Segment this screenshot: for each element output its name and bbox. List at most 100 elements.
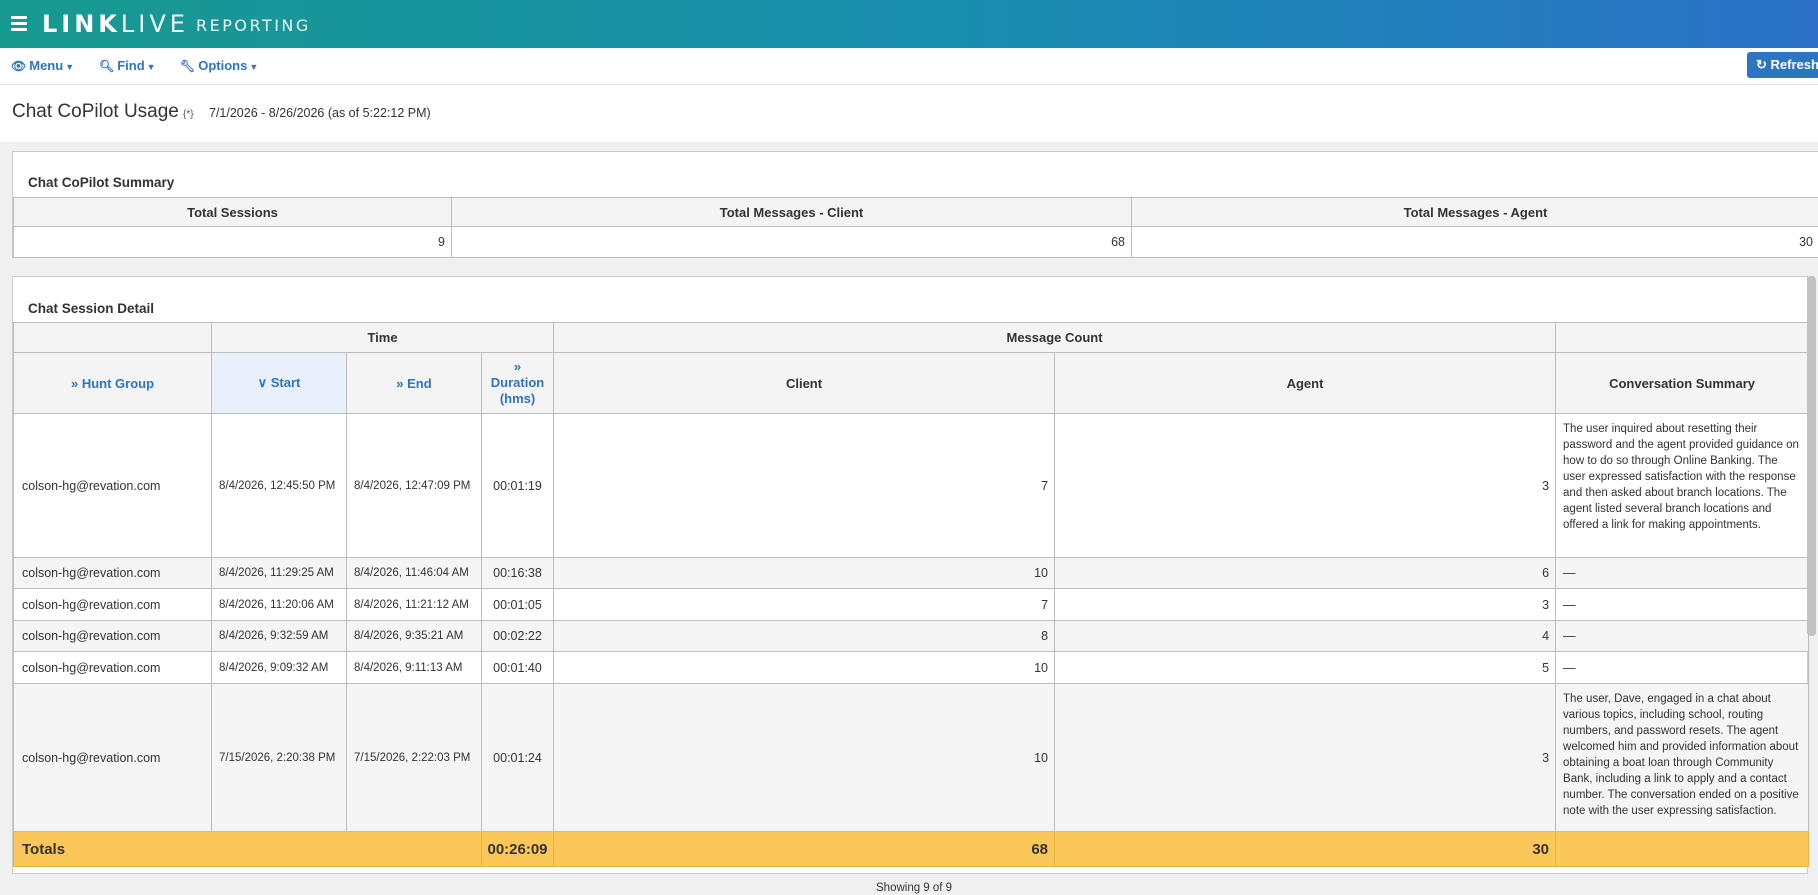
duration-cell: 00:02:22 — [480, 620, 555, 652]
client-count-cell: 7 — [553, 413, 1056, 558]
sort-chevrons-icon: » — [70, 375, 79, 391]
wrench-icon: 🔧︎ — [180, 59, 196, 73]
table-row[interactable]: colson-hg@revation.com 8/4/2026, 9:09:32… — [13, 651, 1810, 684]
end-cell: 7/15/2026, 2:22:03 PM — [346, 683, 482, 832]
hunt-group-cell: colson-hg@revation.com — [13, 620, 212, 652]
client-count-cell: 8 — [553, 620, 1056, 652]
start-cell: 8/4/2026, 11:29:25 AM — [211, 557, 347, 589]
agent-count-cell: 5 — [1054, 651, 1557, 684]
summary-header-total-sessions: Total Sessions — [13, 197, 452, 227]
refresh-button[interactable]: ↻ Refresh — [1747, 52, 1818, 78]
summary-table: Total Sessions Total Messages - Client T… — [13, 197, 1818, 258]
end-cell: 8/4/2026, 9:11:13 AM — [346, 651, 482, 684]
group-header-message-count: Message Count — [553, 322, 1557, 353]
hamburger-menu-icon[interactable] — [11, 16, 27, 31]
totals-row: Totals 00:26:09 68 30 — [13, 831, 1810, 867]
end-cell: 8/4/2026, 12:47:09 PM — [346, 413, 482, 558]
sort-chevrons-icon: » — [513, 359, 522, 374]
conversation-summary-cell: — — [1555, 651, 1810, 684]
sort-descending-icon: ∨ — [257, 375, 268, 390]
client-count-cell: 10 — [553, 683, 1056, 832]
menu-dropdown[interactable]: 👁︎ Menu ▼ — [11, 58, 74, 73]
top-app-bar: LINKLIVE REPORTING — [0, 0, 1818, 48]
group-header-blank-right — [1555, 322, 1810, 353]
summary-value-total-messages-agent: 30 — [1131, 226, 1818, 258]
start-cell: 7/15/2026, 2:20:38 PM — [211, 683, 347, 832]
column-header-duration[interactable]: » Duration (hms) — [480, 352, 555, 414]
column-header-client: Client — [553, 352, 1056, 414]
duration-cell: 00:01:05 — [480, 588, 555, 621]
column-header-hunt-group[interactable]: » Hunt Group — [13, 352, 212, 414]
end-cell: 8/4/2026, 9:35:21 AM — [346, 620, 482, 652]
table-row[interactable]: colson-hg@revation.com 8/4/2026, 9:32:59… — [13, 620, 1810, 652]
summary-header-total-messages-agent: Total Messages - Agent — [1131, 197, 1818, 227]
start-cell: 8/4/2026, 11:20:06 AM — [211, 588, 347, 621]
start-cell: 8/4/2026, 9:32:59 AM — [211, 620, 347, 652]
row-count-footer: Showing 9 of 9 — [876, 882, 953, 894]
summary-header-total-messages-client: Total Messages - Client — [451, 197, 1132, 227]
search-icon: 🔍︎ — [99, 59, 115, 73]
duration-cell: 00:01:19 — [480, 413, 555, 558]
hunt-group-cell: colson-hg@revation.com — [13, 683, 212, 832]
column-header-start[interactable]: ∨ Start — [211, 352, 347, 414]
client-count-cell: 7 — [553, 588, 1056, 621]
table-row[interactable]: colson-hg@revation.com 8/4/2026, 11:29:2… — [13, 557, 1810, 589]
end-cell: 8/4/2026, 11:21:12 AM — [346, 588, 482, 621]
table-row[interactable]: colson-hg@revation.com 7/15/2026, 2:20:3… — [13, 683, 1810, 832]
options-dropdown[interactable]: 🔧︎ Options ▼ — [180, 58, 258, 73]
table-row[interactable]: colson-hg@revation.com 8/4/2026, 11:20:0… — [13, 588, 1810, 621]
totals-duration: 00:26:09 — [480, 831, 555, 867]
agent-count-cell: 3 — [1054, 683, 1557, 832]
conversation-summary-cell: — — [1555, 588, 1810, 621]
eye-icon: 👁︎ — [11, 59, 27, 73]
agent-count-cell: 3 — [1054, 413, 1557, 558]
refresh-icon: ↻ — [1756, 57, 1767, 72]
summary-title: Chat CoPilot Summary — [28, 175, 175, 190]
hunt-group-cell: colson-hg@revation.com — [13, 557, 212, 589]
client-count-cell: 10 — [553, 651, 1056, 684]
brand-subtitle: REPORTING — [196, 16, 311, 35]
conversation-summary-cell: The user, Dave, engaged in a chat about … — [1555, 683, 1810, 832]
start-cell: 8/4/2026, 9:09:32 AM — [211, 651, 347, 684]
conversation-summary-cell: The user inquired about resetting their … — [1555, 413, 1810, 558]
detail-title: Chat Session Detail — [28, 301, 155, 316]
client-count-cell: 10 — [553, 557, 1056, 589]
agent-count-cell: 3 — [1054, 588, 1557, 621]
agent-count-cell: 4 — [1054, 620, 1557, 652]
duration-cell: 00:01:24 — [480, 683, 555, 832]
page-title: Chat CoPilot Usage — [12, 101, 179, 122]
group-header-blank — [13, 322, 212, 353]
report-toolbar: 👁︎ Menu ▼ 🔍︎ Find ▼ 🔧︎ Options ▼ — [0, 48, 1818, 85]
totals-label: Totals — [13, 831, 482, 867]
hunt-group-cell: colson-hg@revation.com — [13, 413, 212, 558]
date-range: 7/1/2026 - 8/26/2026 (as of 5:22:12 PM) — [209, 106, 431, 120]
report-parameters-link[interactable]: {*} — [183, 109, 194, 120]
totals-agent: 30 — [1054, 831, 1557, 867]
summary-value-total-sessions: 9 — [13, 226, 452, 258]
caret-down-icon: ▼ — [249, 62, 259, 72]
session-detail-table: Time Message Count » Hunt Group ∨ Start … — [13, 322, 1810, 867]
end-cell: 8/4/2026, 11:46:04 AM — [346, 557, 482, 589]
start-cell: 8/4/2026, 12:45:50 PM — [211, 413, 347, 558]
group-header-time: Time — [210, 322, 555, 353]
conversation-summary-cell: — — [1555, 620, 1810, 652]
caret-down-icon: ▼ — [146, 62, 156, 72]
summary-value-total-messages-client: 68 — [451, 226, 1132, 258]
column-header-agent: Agent — [1054, 352, 1557, 414]
column-header-end[interactable]: » End — [346, 352, 482, 414]
totals-blank — [1555, 831, 1810, 867]
totals-client: 68 — [553, 831, 1056, 867]
report-header: Chat CoPilot Usage {*} 7/1/2026 - 8/26/2… — [0, 85, 1818, 142]
hunt-group-cell: colson-hg@revation.com — [13, 651, 212, 684]
table-scrollbar[interactable] — [1807, 276, 1816, 636]
sort-chevrons-icon: » — [396, 375, 404, 391]
duration-cell: 00:16:38 — [480, 557, 555, 589]
agent-count-cell: 6 — [1054, 557, 1557, 589]
table-row[interactable]: colson-hg@revation.com 8/4/2026, 12:45:5… — [13, 413, 1810, 558]
find-dropdown[interactable]: 🔍︎ Find ▼ — [99, 58, 156, 73]
column-header-conversation-summary: Conversation Summary — [1555, 352, 1810, 414]
duration-cell: 00:01:40 — [480, 651, 555, 684]
caret-down-icon: ▼ — [65, 62, 75, 72]
conversation-summary-cell: — — [1555, 557, 1810, 589]
brand-logo: LINKLIVE — [42, 10, 189, 38]
